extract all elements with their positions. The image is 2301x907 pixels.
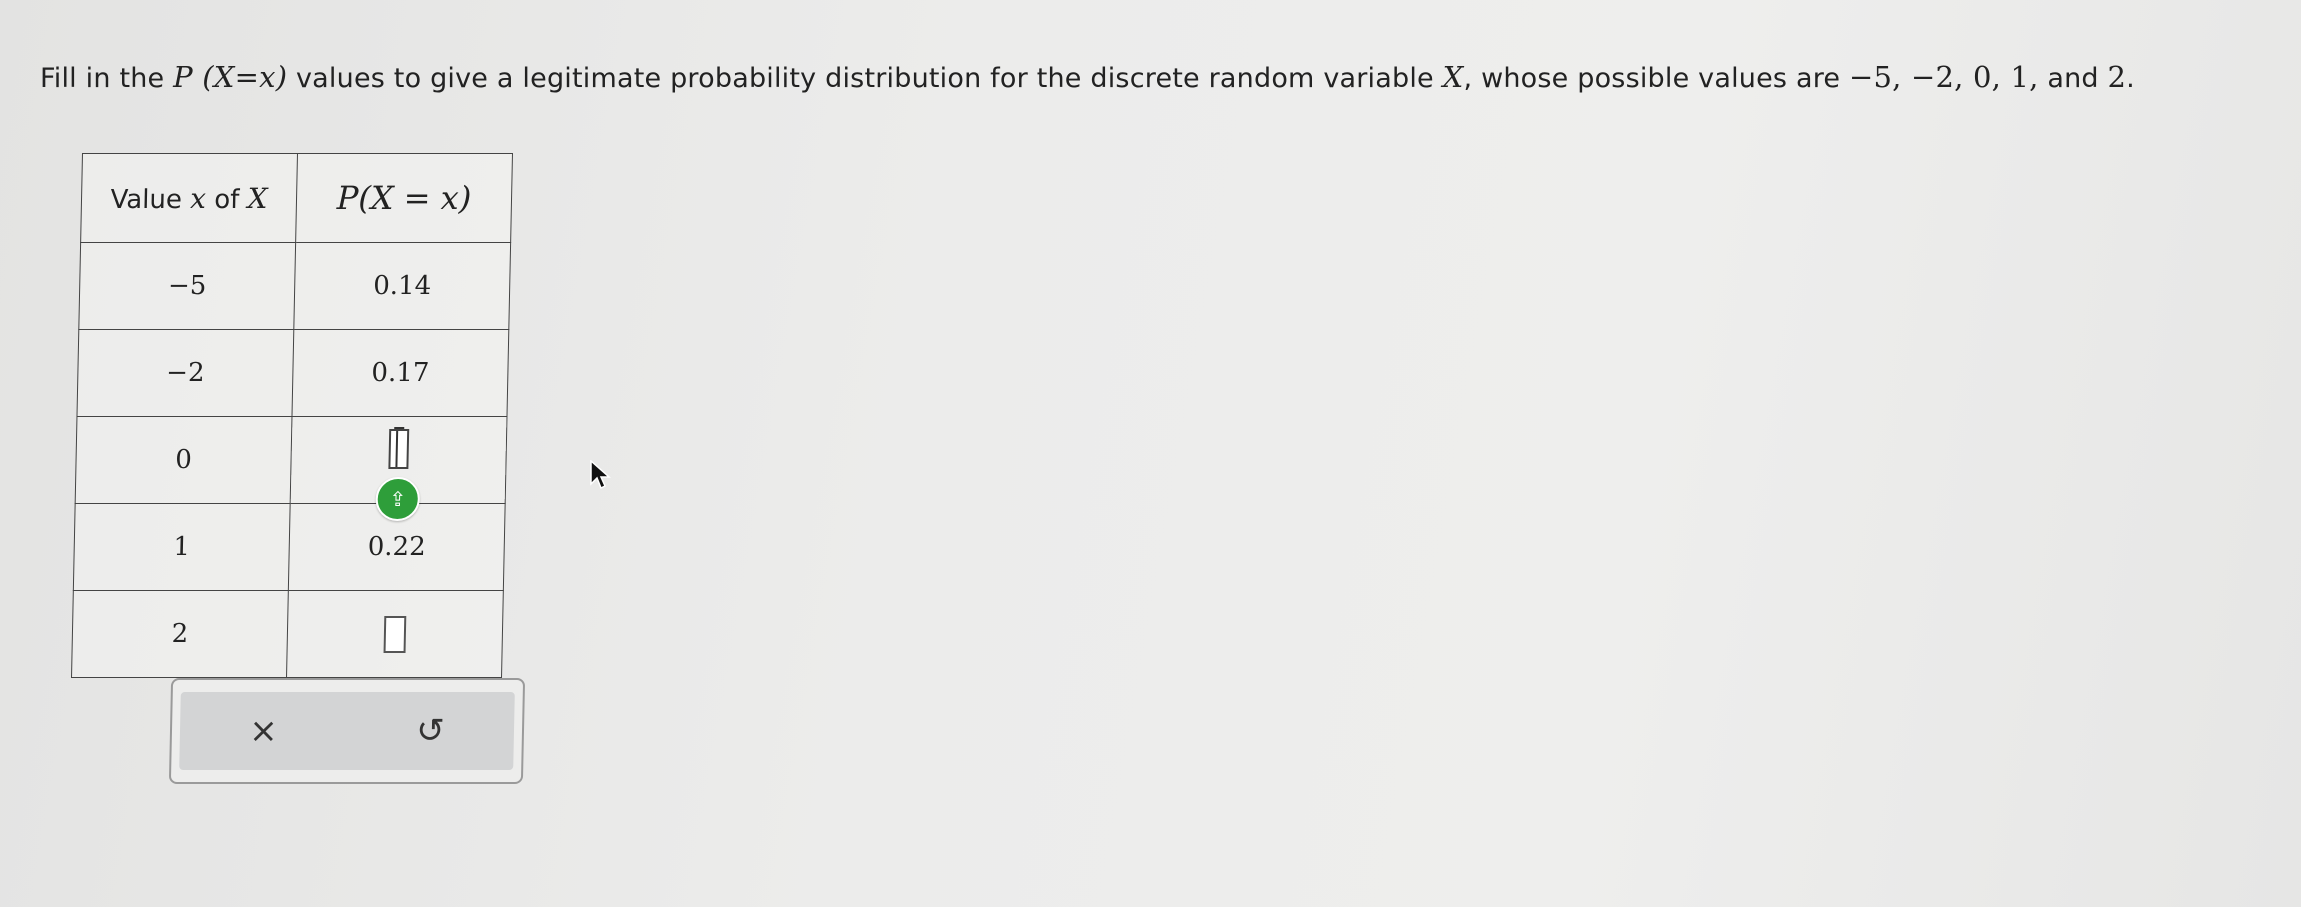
probability-table: Value x of X P(X = x) −5 0.14 −2 0.17 0 … bbox=[71, 153, 513, 678]
value-cell: 0 bbox=[75, 416, 292, 504]
mouse-pointer-icon bbox=[590, 460, 611, 490]
value-cell: −5 bbox=[78, 242, 296, 330]
header-p-text: P(X = x) bbox=[336, 179, 472, 217]
table-row: −5 0.14 bbox=[78, 242, 511, 330]
table-row: 1 0.22 bbox=[73, 503, 506, 591]
header-x-X: X bbox=[247, 181, 268, 215]
question-part: , whose possible values are bbox=[1463, 63, 1850, 94]
toolbar-inner: × ↺ bbox=[179, 692, 515, 770]
probability-cell-active[interactable]: ⇪ bbox=[290, 416, 507, 521]
question-text: Fill in the P (X=x) values to give a leg… bbox=[40, 60, 2135, 94]
question-part: values to give a legitimate probability … bbox=[287, 63, 1443, 94]
probability-input[interactable] bbox=[383, 615, 407, 653]
clear-button[interactable]: × bbox=[233, 701, 294, 761]
table-header-row: Value x of X P(X = x) bbox=[80, 153, 513, 243]
random-variable: X bbox=[1442, 60, 1464, 94]
last-value: 2 bbox=[2107, 60, 2127, 94]
p-expression: P (X=x) bbox=[173, 60, 288, 94]
probability-cell[interactable] bbox=[286, 590, 504, 678]
table-row: −2 0.17 bbox=[76, 329, 509, 417]
header-value-x: Value x of X bbox=[80, 153, 298, 243]
question-part: . bbox=[2126, 63, 2135, 94]
header-x-var: x bbox=[189, 181, 207, 215]
value-cell: 1 bbox=[73, 503, 291, 591]
table-row: 0 ⇪ bbox=[75, 416, 507, 521]
x-icon: × bbox=[248, 711, 279, 751]
answer-toolbar: × ↺ bbox=[168, 678, 526, 784]
probability-cell: 0.17 bbox=[291, 329, 509, 417]
header-x-of: of bbox=[205, 184, 248, 215]
undo-icon: ↺ bbox=[415, 711, 446, 751]
table-row: 2 bbox=[71, 590, 504, 678]
value-cell: 2 bbox=[71, 590, 289, 678]
header-x-label: Value bbox=[110, 184, 191, 215]
reset-button[interactable]: ↺ bbox=[400, 701, 461, 761]
probability-input-active[interactable] bbox=[388, 428, 410, 469]
header-probability: P(X = x) bbox=[295, 153, 513, 243]
values-list: −5, −2, 0, 1, bbox=[1849, 60, 2039, 94]
question-part: Fill in the bbox=[40, 63, 174, 94]
value-cell: −2 bbox=[76, 329, 294, 417]
question-part: and bbox=[2038, 63, 2108, 94]
probability-cell: 0.14 bbox=[293, 242, 511, 330]
